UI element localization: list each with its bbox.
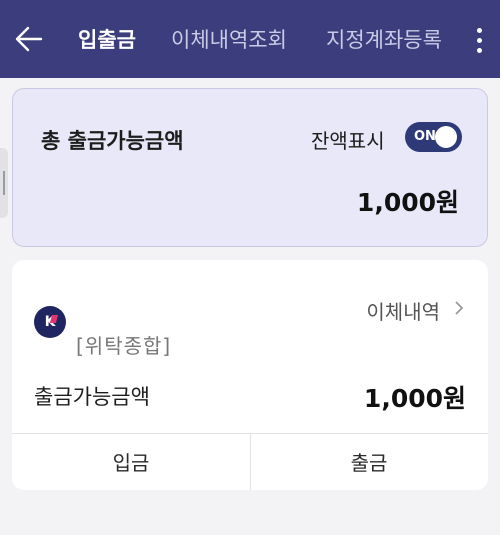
arrow-left-icon [15,26,43,52]
total-withdrawable-amount: 1,000원 [356,188,459,217]
available-amount-value: 1,000원 [363,384,466,413]
tab-deposit-withdraw[interactable]: 입출금 [78,26,136,54]
more-vertical-icon [476,27,482,33]
account-card: K [위탁종합] 이체내역 출금가능금액 1,000원 입금 출금 [12,260,488,490]
more-options-button[interactable] [468,22,490,58]
available-amount-label: 출금가능금액 [34,385,150,409]
toggle-state-text: ON [414,129,436,144]
total-withdrawable-title: 총 출금가능금액 [41,129,184,153]
balance-display-label: 잔액표시 [311,129,385,153]
top-nav-bar: 입출금 이체내역조회 지정계좌등록 [0,0,500,78]
bank-logo-icon: K [34,306,66,338]
chevron-right-icon [454,300,464,321]
tab-transfer-history[interactable]: 이체내역조회 [171,26,287,54]
toggle-knob [435,126,457,148]
total-balance-card: 총 출금가능금액 잔액표시 ON 1,000원 [12,88,488,247]
back-button[interactable] [12,22,46,56]
side-drawer-handle[interactable] [0,148,8,218]
transfer-history-link[interactable]: 이체내역 [366,296,464,325]
balance-display-toggle[interactable]: ON [405,122,462,152]
account-type-label: [위탁종합] [76,334,172,358]
deposit-button[interactable]: 입금 [12,433,250,490]
tab-designated-account[interactable]: 지정계좌등록 [326,26,442,54]
withdraw-button[interactable]: 출금 [250,433,488,490]
transfer-history-label: 이체내역 [366,300,440,324]
